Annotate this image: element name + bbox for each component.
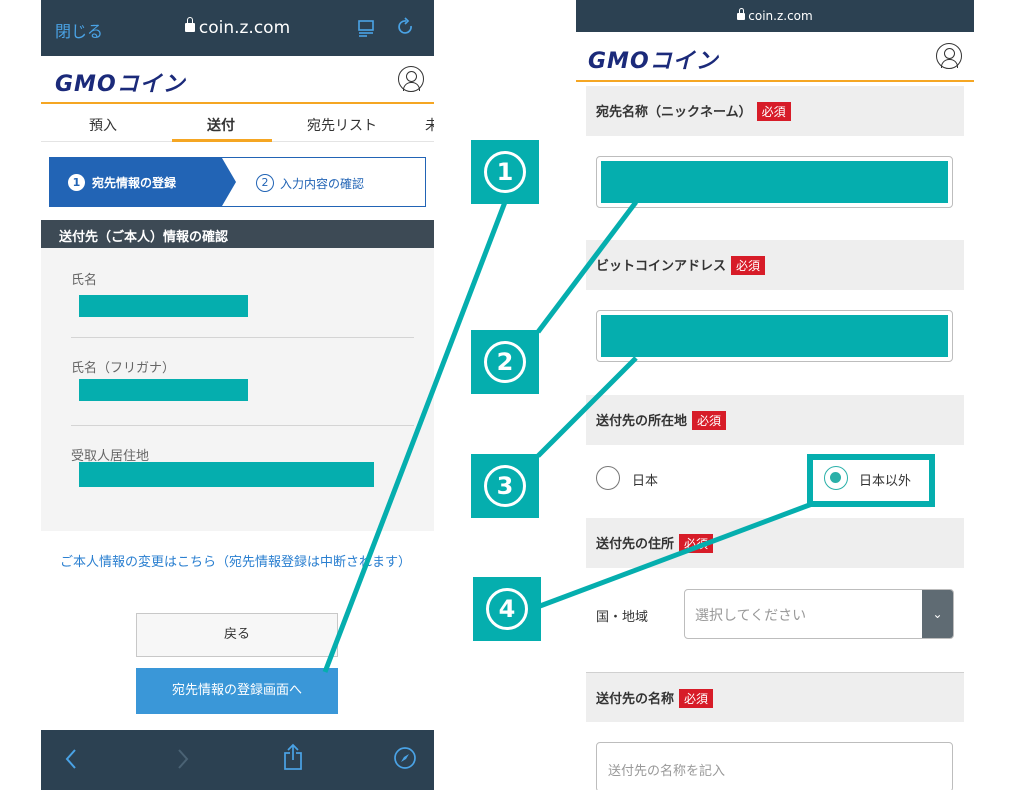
redacted-nickname bbox=[601, 161, 948, 203]
btc-address-input[interactable] bbox=[596, 310, 953, 362]
annotation-badge-3: 3 bbox=[471, 454, 539, 518]
transfer-tabs: 預入 送付 宛先リスト 未 bbox=[41, 106, 434, 142]
browser-top-bar: coin.z.com bbox=[576, 0, 974, 32]
back-button[interactable]: 戻る bbox=[136, 613, 338, 657]
tab-deposit[interactable]: 預入 bbox=[89, 115, 117, 135]
badge-number: 2 bbox=[484, 341, 526, 383]
back-arrow-icon[interactable] bbox=[65, 748, 77, 770]
url-text[interactable]: coin.z.com bbox=[748, 9, 812, 23]
name-label: 氏名 bbox=[71, 273, 98, 288]
highlight-box-outside-japan bbox=[807, 454, 935, 507]
step-2-label: 入力内容の確認 bbox=[280, 177, 365, 191]
browser-top-bar: 閉じる coin.z.com bbox=[41, 0, 434, 56]
recipient-name-field-header: 送付先の名称 必須 bbox=[586, 672, 964, 722]
lock-icon bbox=[184, 17, 195, 32]
lock-icon bbox=[737, 8, 746, 20]
step-1: 1 宛先情報の登録 bbox=[50, 158, 222, 206]
required-badge: 必須 bbox=[756, 102, 791, 121]
reader-view-icon[interactable] bbox=[357, 19, 375, 37]
info-divider bbox=[71, 337, 414, 338]
btc-address-field-header: ビットコインアドレス 必須 bbox=[586, 240, 964, 290]
redacted-btc-address bbox=[601, 315, 948, 357]
step-2-number: 2 bbox=[256, 174, 274, 192]
tab-send[interactable]: 送付 bbox=[207, 115, 235, 135]
recipient-name-input[interactable]: 送付先の名称を記入 bbox=[596, 742, 953, 790]
nickname-field-header: 宛先名称（ニックネーム） 必須 bbox=[586, 86, 964, 136]
annotation-badge-1: 1 bbox=[471, 140, 539, 204]
radio-japan[interactable] bbox=[596, 466, 620, 490]
step-1-label: 宛先情報の登録 bbox=[92, 176, 177, 190]
name-kana-label: 氏名（フリガナ） bbox=[71, 361, 176, 376]
gmo-coin-logo[interactable]: GMOコイン bbox=[588, 43, 719, 75]
country-select[interactable]: 選択してください ⌄ bbox=[684, 589, 954, 639]
required-badge: 必須 bbox=[679, 534, 714, 553]
location-field-header: 送付先の所在地 必須 bbox=[586, 395, 964, 445]
annotation-badge-2: 2 bbox=[471, 330, 539, 394]
change-info-link[interactable]: ご本人情報の変更はこちら（宛先情報登録は中断されます） bbox=[60, 552, 420, 574]
browser-bottom-bar bbox=[41, 730, 434, 790]
step-1-number: 1 bbox=[68, 174, 85, 191]
tab-overflow[interactable]: 未 bbox=[425, 115, 434, 135]
gmo-coin-logo[interactable]: GMOコイン bbox=[55, 66, 186, 98]
tab-address-list[interactable]: 宛先リスト bbox=[307, 115, 377, 135]
nickname-input[interactable] bbox=[596, 156, 953, 208]
annotation-badge-4: 4 bbox=[473, 577, 541, 641]
badge-number: 1 bbox=[484, 151, 526, 193]
register-destination-button[interactable]: 宛先情報の登録画面へ bbox=[136, 668, 338, 714]
radio-japan-label[interactable]: 日本 bbox=[632, 470, 658, 489]
required-badge: 必須 bbox=[692, 411, 727, 430]
user-account-icon[interactable] bbox=[398, 66, 424, 92]
step-arrow bbox=[222, 158, 236, 206]
section-title: 送付先（ご本人）情報の確認 bbox=[41, 220, 434, 248]
address-field-header: 送付先の住所 必須 bbox=[586, 518, 964, 568]
url-bar[interactable]: coin.z.com bbox=[41, 17, 434, 38]
badge-number: 3 bbox=[484, 465, 526, 507]
location-label: 送付先の所在地 bbox=[596, 414, 688, 429]
redacted-name bbox=[79, 295, 248, 317]
address-label: 送付先の住所 bbox=[596, 537, 675, 552]
badge-number: 4 bbox=[486, 588, 528, 630]
country-label: 国・地域 bbox=[596, 610, 649, 625]
btc-address-label: ビットコインアドレス bbox=[596, 259, 727, 274]
recipient-name-label: 送付先の名称 bbox=[596, 692, 675, 707]
redacted-name-kana bbox=[79, 379, 248, 401]
recipient-info-panel: 氏名 氏名（フリガナ） 受取人居住地 bbox=[41, 248, 434, 531]
forward-arrow-icon[interactable] bbox=[177, 748, 189, 770]
required-badge: 必須 bbox=[731, 256, 766, 275]
reload-icon[interactable] bbox=[397, 17, 415, 37]
nickname-label: 宛先名称（ニックネーム） bbox=[596, 105, 752, 120]
right-phone-screen: coin.z.com GMOコイン 宛先名称（ニックネーム） 必須 ビットコインア… bbox=[576, 0, 974, 790]
step-progress: 1 宛先情報の登録 2 入力内容の確認 bbox=[49, 157, 426, 207]
share-icon[interactable] bbox=[282, 743, 304, 771]
user-account-icon[interactable] bbox=[936, 43, 962, 69]
chevron-down-icon[interactable]: ⌄ bbox=[922, 590, 953, 638]
left-phone-screen: 閉じる coin.z.com GMOコイン 預入 送付 宛先リスト 未 1 宛先… bbox=[41, 0, 434, 790]
info-divider bbox=[71, 425, 414, 426]
required-badge: 必須 bbox=[679, 689, 714, 708]
country-select-value: 選択してください bbox=[695, 608, 807, 624]
url-text: coin.z.com bbox=[198, 18, 291, 38]
redacted-address bbox=[79, 462, 374, 487]
recipient-name-placeholder: 送付先の名称を記入 bbox=[608, 764, 726, 779]
site-header: GMOコイン bbox=[41, 56, 434, 104]
compass-icon[interactable] bbox=[393, 746, 417, 770]
site-header: GMOコイン bbox=[576, 32, 974, 82]
active-tab-indicator bbox=[172, 139, 272, 142]
